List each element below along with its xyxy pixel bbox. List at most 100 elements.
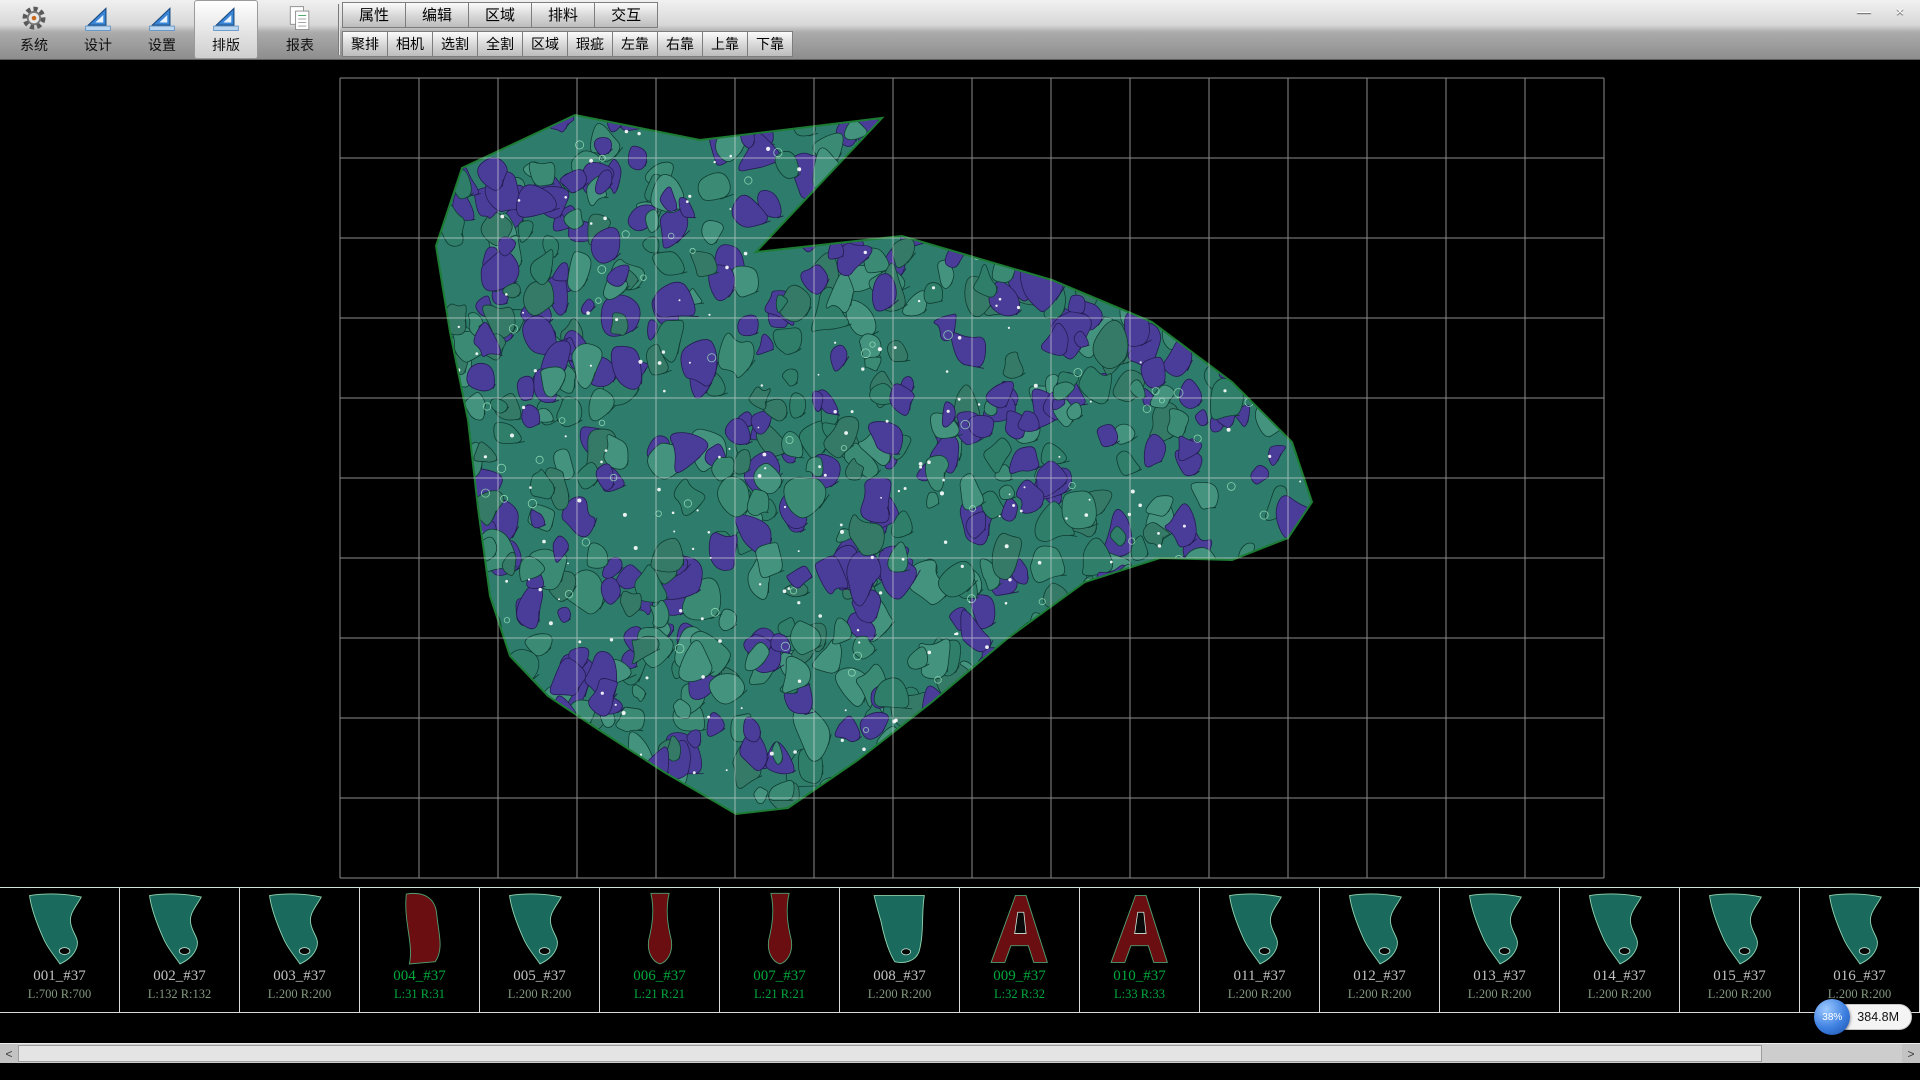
piece-lr-count: L:200 R:200 [1348,986,1412,1003]
piece-thumbnail-010[interactable]: 010_#37L:33 R:33 [1080,888,1200,1012]
menu-tab-row: 属性编辑区域排料交互 [343,0,793,30]
piece-shape [497,891,583,967]
piece-thumbnail-016[interactable]: 016_#37L:200 R:200 [1800,888,1920,1012]
tool-snap-up[interactable]: 上靠 [702,31,748,57]
tool-defect[interactable]: 瑕疵 [567,31,613,57]
piece-shape [377,891,463,967]
tool-region[interactable]: 区域 [522,31,568,57]
menu-area: 属性编辑区域排料交互 聚排相机选割全割区域瑕疵左靠右靠上靠下靠 [343,0,793,59]
scroll-thumb[interactable] [18,1045,1762,1062]
piece-thumbnail-003[interactable]: 003_#37L:200 R:200 [240,888,360,1012]
piece-shape [1577,891,1663,967]
scroll-right-arrow[interactable]: > [1902,1044,1920,1063]
piece-id: 008_#37 [873,967,926,986]
piece-lr-count: L:200 R:200 [1228,986,1292,1003]
scroll-left-arrow[interactable]: < [0,1044,18,1063]
toolbar-divider [338,4,339,55]
tool-snap-right[interactable]: 右靠 [657,31,703,57]
piece-thumbnail-014[interactable]: 014_#37L:200 R:200 [1560,888,1680,1012]
piece-id: 003_#37 [273,967,326,986]
nav-label: 报表 [286,35,314,55]
piece-id: 014_#37 [1593,967,1646,986]
set-square-icon [83,4,113,34]
nav-button-layout[interactable]: 排版 [194,0,258,59]
tool-cut-all[interactable]: 全割 [477,31,523,57]
piece-thumbnail-006[interactable]: 006_#37L:21 R:21 [600,888,720,1012]
piece-thumbnail-015[interactable]: 015_#37L:200 R:200 [1680,888,1800,1012]
piece-id: 001_#37 [33,967,86,986]
piece-thumbnail-009[interactable]: 009_#37L:32 R:32 [960,888,1080,1012]
nav-label: 设计 [84,35,112,55]
piece-lr-count: L:200 R:200 [1588,986,1652,1003]
piece-id: 016_#37 [1833,967,1886,986]
hide-view [0,60,1920,887]
gear-icon [19,4,49,34]
nesting-canvas[interactable] [0,60,1920,887]
piece-lr-count: L:200 R:200 [268,986,332,1003]
nav-label: 系统 [20,35,48,55]
piece-thumbnail-013[interactable]: 013_#37L:200 R:200 [1440,888,1560,1012]
piece-lr-count: L:31 R:31 [394,986,445,1003]
tool-camera[interactable]: 相机 [387,31,433,57]
piece-thumbnail-005[interactable]: 005_#37L:200 R:200 [480,888,600,1012]
piece-thumbnail-011[interactable]: 011_#37L:200 R:200 [1200,888,1320,1012]
piece-id: 005_#37 [513,967,566,986]
tool-cluster-nest[interactable]: 聚排 [342,31,388,57]
piece-shape [1337,891,1423,967]
piece-id: 011_#37 [1234,967,1286,986]
tab-nesting[interactable]: 排料 [531,2,595,28]
piece-shape [1817,891,1903,967]
piece-shape [1217,891,1303,967]
piece-shape [17,891,103,967]
nav-button-report[interactable]: 报表 [268,0,332,59]
nav-button-design[interactable]: 设计 [66,0,130,59]
tab-region[interactable]: 区域 [468,2,532,28]
report-icon [285,4,315,34]
piece-shape [737,891,823,967]
minimize-button[interactable]: — [1854,3,1874,19]
tool-snap-down[interactable]: 下靠 [747,31,793,57]
set-square-icon [211,4,241,34]
piece-shape [1457,891,1543,967]
piece-lr-count: L:200 R:200 [1708,986,1772,1003]
piece-lr-count: L:32 R:32 [994,986,1045,1003]
piece-lr-count: L:200 R:200 [1468,986,1532,1003]
piece-thumbnail-001[interactable]: 001_#37L:700 R:700 [0,888,120,1012]
ribbon-toolbar: 系统设计设置排版报表 属性编辑区域排料交互 聚排相机选割全割区域瑕疵左靠右靠上靠… [0,0,1920,60]
horizontal-scrollbar[interactable]: < > [0,1043,1920,1063]
piece-lr-count: L:200 R:200 [868,986,932,1003]
nav-button-system[interactable]: 系统 [2,0,66,59]
piece-thumbnail-012[interactable]: 012_#37L:200 R:200 [1320,888,1440,1012]
memory-indicator: 38% 384.8M [1814,999,1912,1035]
piece-lr-count: L:132 R:132 [148,986,212,1003]
piece-id: 002_#37 [153,967,206,986]
piece-thumbnail-002[interactable]: 002_#37L:132 R:132 [120,888,240,1012]
nav-label: 设置 [148,35,176,55]
nav-button-settings[interactable]: 设置 [130,0,194,59]
tab-edit[interactable]: 编辑 [405,2,469,28]
set-square-icon [147,4,177,34]
tool-snap-left[interactable]: 左靠 [612,31,658,57]
piece-id: 015_#37 [1713,967,1766,986]
tab-properties[interactable]: 属性 [342,2,406,28]
main-nav: 系统 设计 设置排版报表 [0,0,334,59]
tool-button-row: 聚排相机选割全割区域瑕疵左靠右靠上靠下靠 [343,30,793,60]
piece-lr-count: L:700 R:700 [28,986,92,1003]
piece-id: 006_#37 [633,967,686,986]
piece-lr-count: L:33 R:33 [1114,986,1165,1003]
close-button[interactable]: × [1890,3,1910,19]
piece-id: 012_#37 [1353,967,1406,986]
piece-shape [1097,891,1183,967]
piece-thumbnail-007[interactable]: 007_#37L:21 R:21 [720,888,840,1012]
piece-id: 010_#37 [1113,967,1166,986]
piece-thumbnail-008[interactable]: 008_#37L:200 R:200 [840,888,960,1012]
piece-shape [857,891,943,967]
piece-id: 007_#37 [753,967,806,986]
tab-interact[interactable]: 交互 [594,2,658,28]
piece-shape [257,891,343,967]
piece-shape [977,891,1063,967]
piece-thumbnail-004[interactable]: 004_#37L:31 R:31 [360,888,480,1012]
piece-id: 004_#37 [393,967,446,986]
piece-shape [1697,891,1783,967]
tool-select-cut[interactable]: 选割 [432,31,478,57]
